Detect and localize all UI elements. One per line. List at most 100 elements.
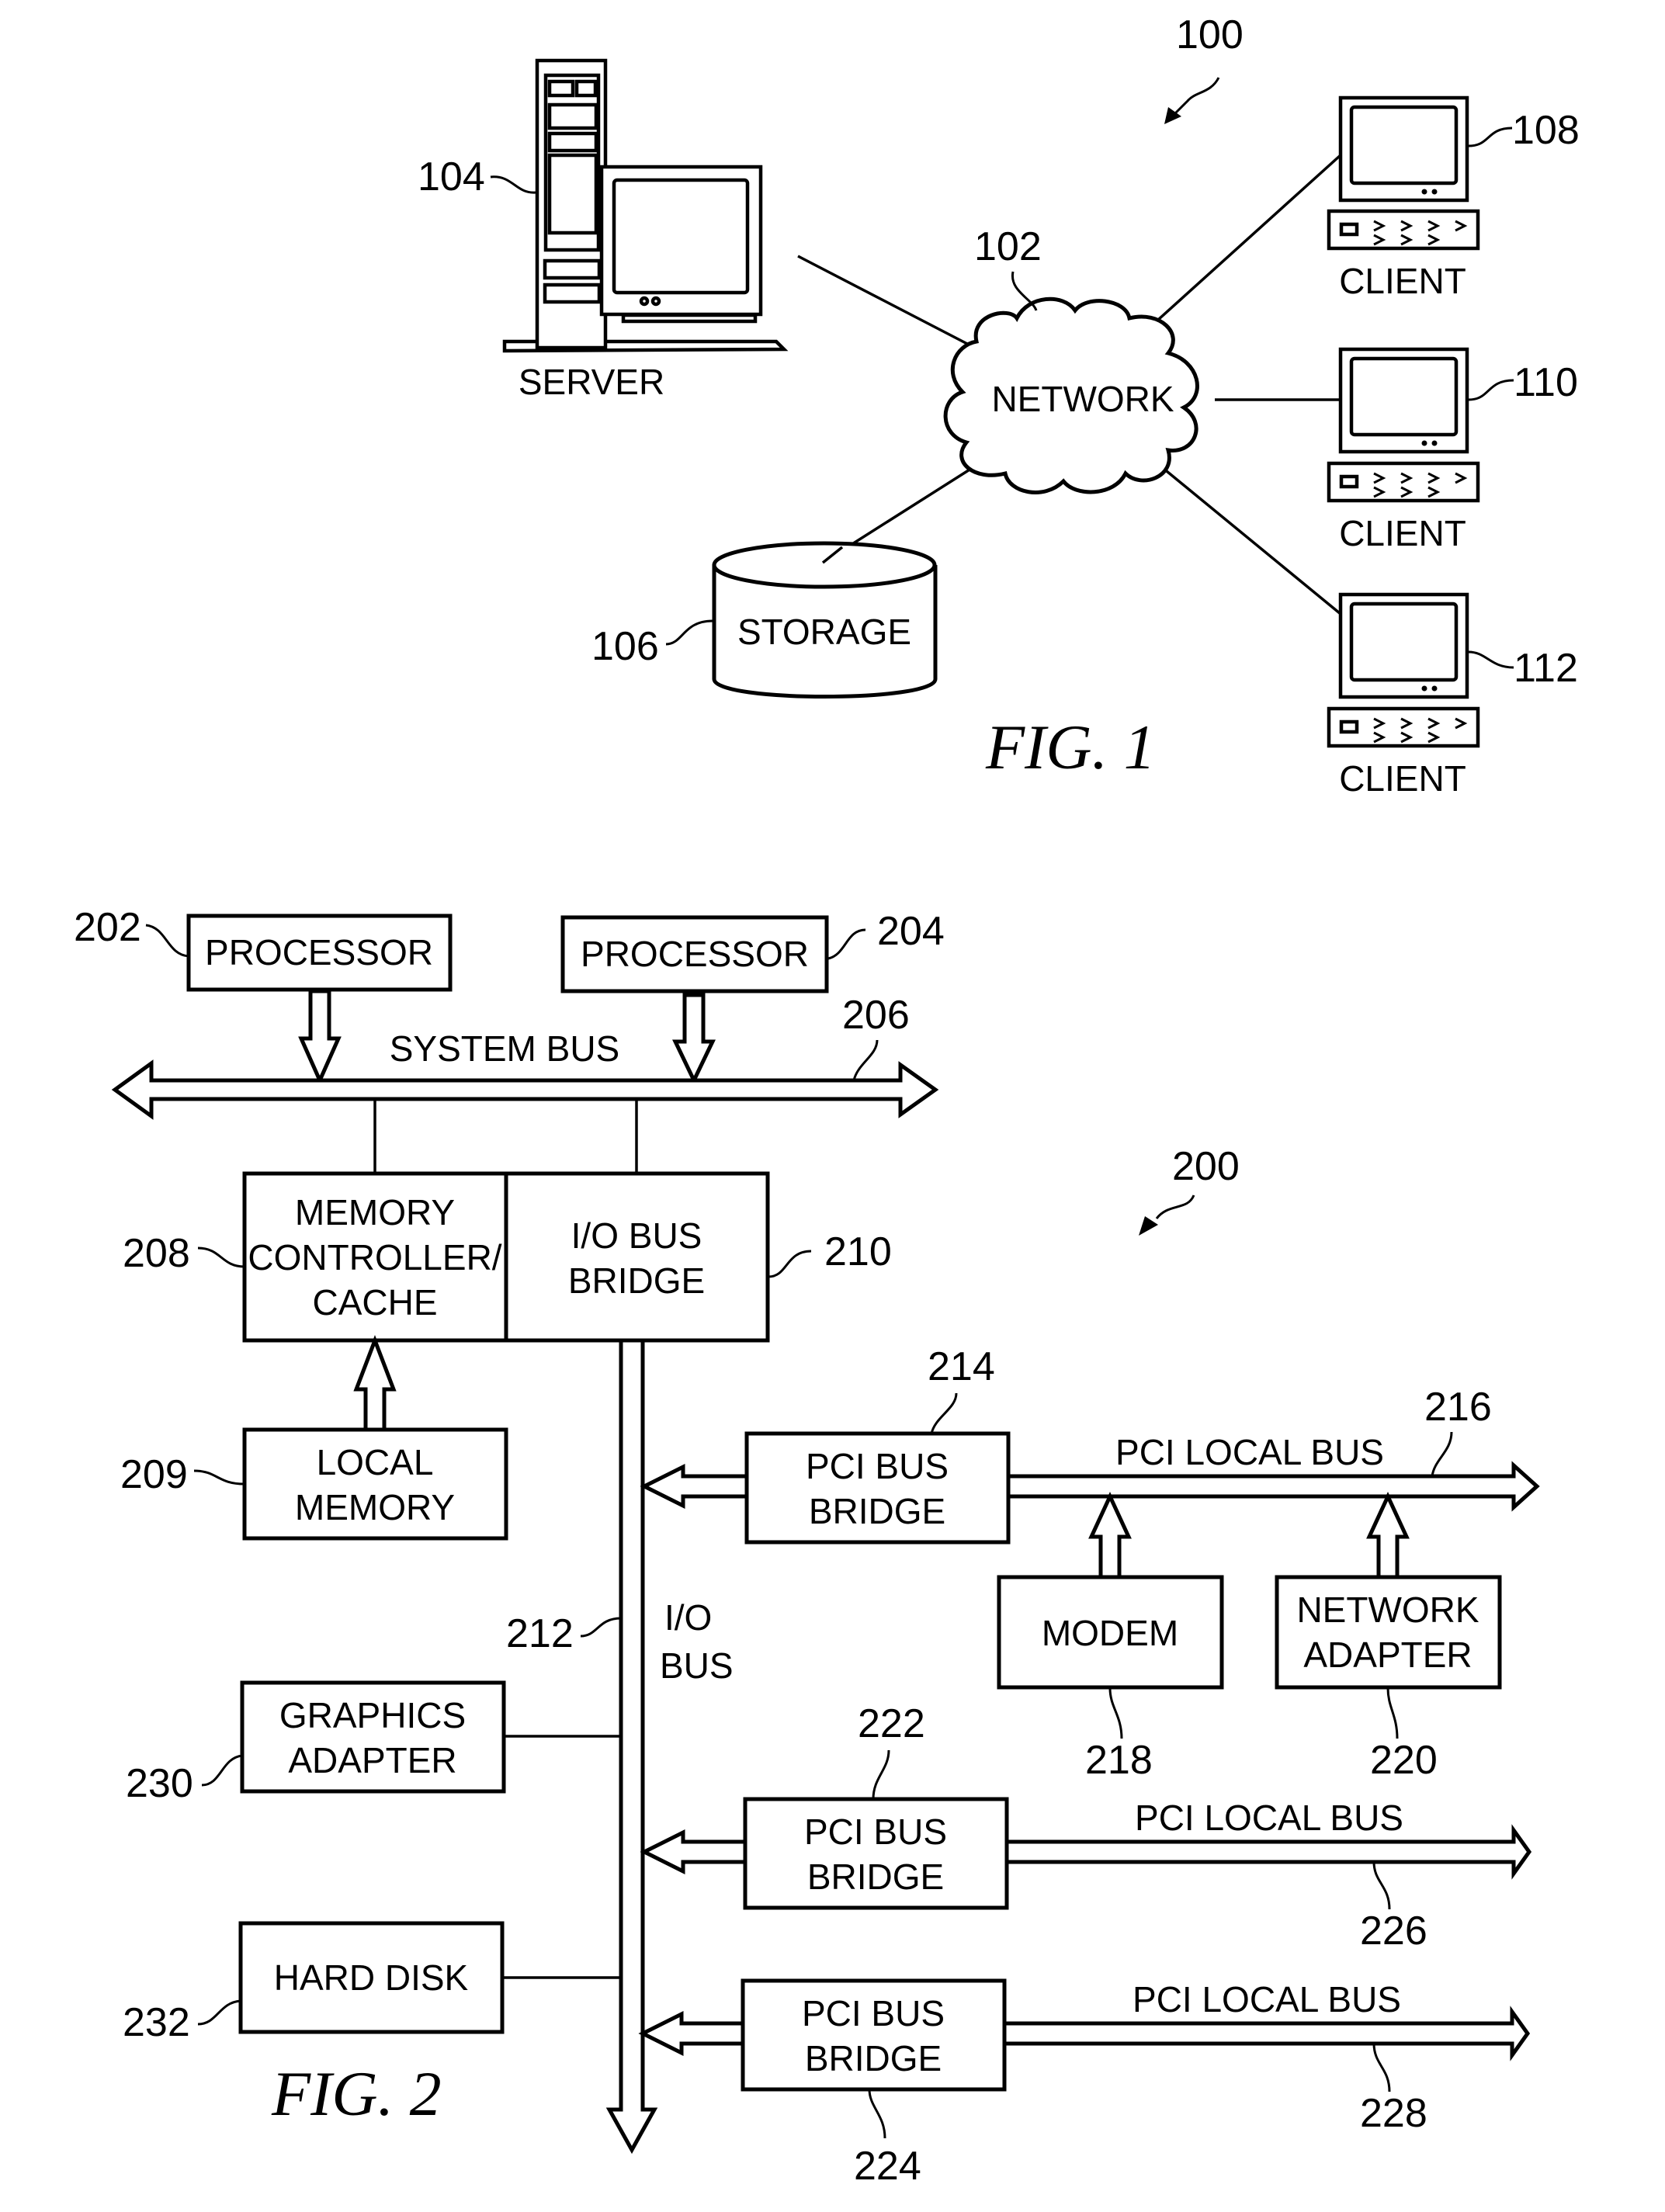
ref-106: 106 — [591, 624, 659, 669]
client-computer-icon — [1327, 95, 1480, 251]
ref-102: 102 — [974, 224, 1042, 269]
local-memory-to-memctrl-arrow — [353, 1334, 397, 1432]
local-memory-line-1: LOCAL — [317, 1442, 434, 1482]
ref-212-leader — [580, 1617, 622, 1638]
ref-214-leader — [930, 1392, 958, 1434]
hard-disk-label: HARD DISK — [274, 1957, 469, 1998]
ref-204-leader — [827, 928, 866, 960]
pci-bridge-222-line-2: BRIDGE — [807, 1857, 944, 1897]
client-112-label: CLIENT — [1339, 758, 1466, 799]
client-computer-112: CLIENT 112 — [1327, 592, 1578, 799]
io-bus-label-2: BUS — [660, 1645, 734, 1686]
io-bridge-line-1: I/O BUS — [571, 1215, 702, 1256]
ref-216-leader — [1431, 1431, 1453, 1477]
ref-226-leader — [1372, 1861, 1391, 1910]
ref-208-leader — [197, 1246, 245, 1268]
pci-bus-228-label: PCI LOCAL BUS — [1133, 1979, 1401, 2020]
link-network-client-112 — [1157, 463, 1351, 622]
ref-224-leader — [868, 2089, 886, 2139]
ref-226: 226 — [1360, 1909, 1427, 1954]
pci-bridge-224-line-2: BRIDGE — [805, 2038, 942, 2079]
pci-bridge-214-line-1: PCI BUS — [806, 1446, 949, 1486]
ref-112: 112 — [1514, 646, 1578, 691]
ref-108: 108 — [1512, 108, 1580, 153]
ref-230-leader — [201, 1754, 243, 1787]
client-computer-108: CLIENT 108 — [1327, 95, 1580, 301]
fig1-network-diagram: 100 104 SERVER NETWORK 102 STORAGE 106 C… — [418, 12, 1580, 799]
ref-112-leader — [1468, 650, 1514, 669]
ref-110-leader — [1468, 379, 1514, 401]
local-memory-line-2: MEMORY — [295, 1487, 455, 1527]
ref-210-leader — [768, 1250, 812, 1278]
ref-224: 224 — [854, 2144, 921, 2189]
processor-204-label: PROCESSOR — [581, 934, 809, 974]
ref-100-leader — [1171, 77, 1220, 118]
io-bus-arrow — [605, 1338, 658, 2155]
network-label: NETWORK — [991, 379, 1174, 419]
ref-232-leader — [197, 1999, 241, 2026]
fig2-caption: FIG. 2 — [271, 2058, 442, 2129]
server-computer-icon — [502, 58, 789, 353]
client-108-label: CLIENT — [1339, 261, 1466, 301]
ref-220-leader — [1386, 1687, 1399, 1739]
ref-206-leader — [852, 1039, 879, 1081]
ref-104-leader — [490, 175, 536, 194]
ref-216: 216 — [1424, 1385, 1492, 1430]
ref-106-leader — [665, 619, 713, 646]
ref-200-arrowhead — [1139, 1216, 1158, 1236]
ref-208: 208 — [123, 1231, 190, 1276]
system-bus-label: SYSTEM BUS — [390, 1028, 620, 1069]
ref-202-leader — [145, 924, 189, 958]
processor-204-to-bus-arrow — [672, 993, 716, 1085]
pci-bridge-214-line-2: BRIDGE — [809, 1491, 945, 1531]
fig1-caption: FIG. 1 — [985, 712, 1156, 782]
client-110-label: CLIENT — [1339, 513, 1466, 553]
memctrl-line-3: CACHE — [312, 1282, 437, 1323]
ref-210: 210 — [824, 1229, 892, 1274]
pci-bridge-222-to-io-bus-arrow — [640, 1829, 748, 1875]
net-adapter-line-2: ADAPTER — [1303, 1635, 1472, 1675]
graphics-line-2: ADAPTER — [288, 1740, 456, 1780]
link-network-client-108 — [1157, 146, 1351, 321]
io-bus-label-1: I/O — [664, 1597, 712, 1638]
ref-102-leader — [1011, 271, 1038, 311]
pci-bridge-224-line-1: PCI BUS — [802, 1993, 945, 2033]
client-computer-110: CLIENT 110 — [1327, 347, 1578, 553]
ref-220: 220 — [1370, 1738, 1438, 1783]
ref-200-leader — [1155, 1194, 1195, 1219]
ref-108-leader — [1468, 127, 1513, 147]
memctrl-line-1: MEMORY — [295, 1192, 455, 1233]
client-computer-icon — [1327, 592, 1480, 748]
storage-label: STORAGE — [737, 612, 911, 652]
graphics-line-1: GRAPHICS — [279, 1695, 466, 1735]
net-adapter-to-pci-bus-arrow — [1366, 1492, 1410, 1579]
ref-204: 204 — [877, 909, 945, 954]
client-computer-icon — [1327, 347, 1480, 503]
ref-110: 110 — [1514, 360, 1578, 405]
ref-230: 230 — [126, 1761, 193, 1806]
modem-label: MODEM — [1042, 1613, 1178, 1653]
pci-bridge-224-to-io-bus-arrow — [638, 2010, 745, 2057]
fig2-block-diagram: 200 PROCESSOR 202 PROCESSOR 204 SYSTEM B… — [74, 905, 1540, 2189]
link-server-network — [797, 255, 971, 347]
pci-bridge-214-to-io-bus-arrow — [640, 1463, 749, 1510]
pci-bus-226-label: PCI LOCAL BUS — [1135, 1798, 1403, 1838]
ref-232: 232 — [123, 2000, 190, 2045]
ref-104: 104 — [418, 154, 485, 199]
pci-bus-216-label: PCI LOCAL BUS — [1115, 1432, 1384, 1472]
ref-228: 228 — [1360, 2091, 1427, 2136]
ref-222: 222 — [858, 1701, 925, 1746]
pci-bridge-222-line-1: PCI BUS — [804, 1812, 947, 1852]
ref-218: 218 — [1085, 1738, 1153, 1783]
patent-drawing-sheet: 100 104 SERVER NETWORK 102 STORAGE 106 C… — [74, 12, 1580, 2189]
ref-228-leader — [1372, 2043, 1391, 2092]
processor-202-label: PROCESSOR — [205, 932, 433, 973]
io-bus-bridge-box — [504, 1171, 770, 1343]
ref-209: 209 — [120, 1452, 188, 1497]
ref-206: 206 — [842, 993, 910, 1038]
ref-209-leader — [193, 1469, 245, 1486]
io-bridge-line-2: BRIDGE — [568, 1260, 705, 1301]
system-bus-arrow — [111, 1059, 939, 1120]
ref-202: 202 — [74, 905, 141, 950]
ref-212: 212 — [506, 1611, 574, 1656]
